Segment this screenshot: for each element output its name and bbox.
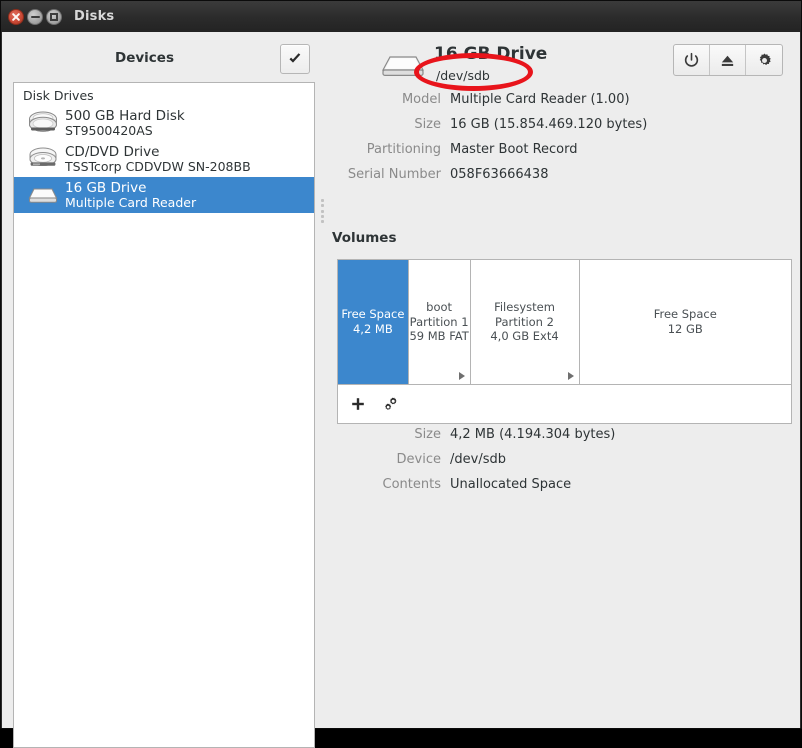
volumes-toolbar — [338, 384, 791, 423]
partition-labels: Free Space 4,2 MB — [341, 307, 404, 337]
check-icon — [287, 51, 303, 67]
drive-detail-pane: 16 GB Drive /dev/sdb — [324, 32, 800, 728]
device-name: 500 GB Hard Disk — [65, 109, 185, 124]
device-group-label: Disk Drives — [14, 83, 314, 105]
detail-key: Serial Number — [324, 167, 450, 182]
detail-key: Contents — [324, 477, 450, 492]
detail-key: Model — [324, 92, 450, 107]
minimize-button[interactable] — [27, 9, 43, 25]
devices-header: Devices — [12, 42, 315, 80]
plus-icon — [350, 396, 366, 412]
create-partition-button[interactable] — [350, 396, 366, 412]
card-reader-icon — [23, 182, 63, 208]
partition-bar: Free Space 4,2 MB boot Partition 1 59 MB… — [338, 260, 791, 384]
gears-icon — [381, 395, 399, 413]
partition-label-line: Filesystem — [490, 300, 558, 315]
partition-label-line: 59 MB FAT — [409, 329, 468, 344]
detail-row: Size 4,2 MB (4.194.304 bytes) — [324, 427, 800, 452]
volumes-title: Volumes — [332, 230, 396, 246]
partition-block-free-space-1[interactable]: Free Space 4,2 MB — [338, 260, 409, 384]
device-model: ST9500420AS — [65, 124, 185, 138]
disks-window: Disks Devices Disk Drives — [0, 0, 802, 729]
close-button[interactable] — [8, 9, 24, 25]
partition-labels: Free Space 12 GB — [654, 307, 717, 337]
gear-icon — [756, 52, 773, 69]
window-controls — [8, 9, 62, 25]
window-title: Disks — [74, 9, 114, 24]
drive-toolbar — [673, 44, 783, 76]
device-text: 500 GB Hard Disk ST9500420AS — [63, 109, 185, 137]
volume-details-list: Size 4,2 MB (4.194.304 bytes) Device /de… — [324, 427, 800, 502]
detail-row: Size 16 GB (15.854.469.120 bytes) — [324, 117, 800, 142]
detail-value: /dev/sdb — [450, 452, 506, 467]
power-button[interactable] — [674, 45, 710, 75]
volume-options-button[interactable] — [381, 395, 399, 413]
detail-row: Contents Unallocated Space — [324, 477, 800, 502]
detail-value: 16 GB (15.854.469.120 bytes) — [450, 117, 647, 132]
partition-label-line: 4,0 GB Ext4 — [490, 329, 558, 344]
device-text: CD/DVD Drive TSSTcorp CDDVDW SN-208BB — [63, 145, 251, 173]
mounted-arrow-icon — [568, 372, 574, 380]
device-name: CD/DVD Drive — [65, 145, 251, 160]
maximize-button[interactable] — [46, 9, 62, 25]
volumes-panel: Free Space 4,2 MB boot Partition 1 59 MB… — [337, 259, 792, 424]
partition-label-line: Free Space — [654, 307, 717, 322]
mounted-arrow-icon — [459, 372, 465, 380]
detail-row: Device /dev/sdb — [324, 452, 800, 477]
partition-label-line: Free Space — [341, 307, 404, 322]
drive-title: 16 GB Drive — [434, 44, 547, 64]
device-model: TSSTcorp CDDVDW SN-208BB — [65, 160, 251, 174]
partition-labels: Filesystem Partition 2 4,0 GB Ext4 — [490, 300, 558, 345]
detail-value: Master Boot Record — [450, 142, 578, 157]
partition-block-filesystem[interactable]: Filesystem Partition 2 4,0 GB Ext4 — [471, 260, 580, 384]
device-list-item-card-reader[interactable]: 16 GB Drive Multiple Card Reader — [14, 177, 314, 213]
drive-options-button[interactable] — [746, 45, 782, 75]
drive-device-path: /dev/sdb — [436, 68, 490, 83]
pane-drag-handle[interactable] — [319, 197, 326, 225]
detail-row: Serial Number 058F63666438 — [324, 167, 800, 192]
device-model: Multiple Card Reader — [65, 196, 196, 210]
partition-label-line: Partition 2 — [490, 315, 558, 330]
drive-header-icon — [379, 48, 427, 86]
partition-label-line: Partition 1 — [409, 315, 468, 330]
optical-drive-icon — [23, 146, 63, 172]
device-list-item-hard-disk[interactable]: 500 GB Hard Disk ST9500420AS — [14, 105, 314, 141]
detail-value: 4,2 MB (4.194.304 bytes) — [450, 427, 615, 442]
detail-key: Size — [324, 427, 450, 442]
detail-value: 058F63666438 — [450, 167, 548, 182]
power-icon — [683, 52, 700, 69]
partition-block-boot[interactable]: boot Partition 1 59 MB FAT — [409, 260, 471, 384]
eject-icon — [719, 52, 736, 69]
device-name: 16 GB Drive — [65, 181, 196, 196]
title-bar: Disks — [1, 1, 801, 32]
detail-key: Partitioning — [324, 142, 450, 157]
apply-check-button[interactable] — [280, 44, 310, 74]
partition-label-line: 12 GB — [654, 322, 717, 337]
detail-value: Unallocated Space — [450, 477, 571, 492]
client-area: Devices Disk Drives — [2, 32, 800, 728]
detail-row: Partitioning Master Boot Record — [324, 142, 800, 167]
detail-key: Device — [324, 452, 450, 467]
detail-key: Size — [324, 117, 450, 132]
eject-button[interactable] — [710, 45, 746, 75]
detail-row: Model Multiple Card Reader (1.00) — [324, 92, 800, 117]
partition-label-line: 4,2 MB — [341, 322, 404, 337]
devices-title: Devices — [12, 50, 277, 66]
partition-block-free-space-2[interactable]: Free Space 12 GB — [580, 260, 792, 384]
partition-label-line: boot — [409, 300, 468, 315]
detail-value: Multiple Card Reader (1.00) — [450, 92, 630, 107]
device-text: 16 GB Drive Multiple Card Reader — [63, 181, 196, 209]
hard-disk-icon — [23, 110, 63, 136]
partition-labels: boot Partition 1 59 MB FAT — [409, 300, 468, 345]
device-list-item-optical[interactable]: CD/DVD Drive TSSTcorp CDDVDW SN-208BB — [14, 141, 314, 177]
device-list[interactable]: Disk Drives 500 GB Hard Disk ST9500420AS — [13, 82, 315, 748]
drive-details-list: Model Multiple Card Reader (1.00) Size 1… — [324, 92, 800, 192]
